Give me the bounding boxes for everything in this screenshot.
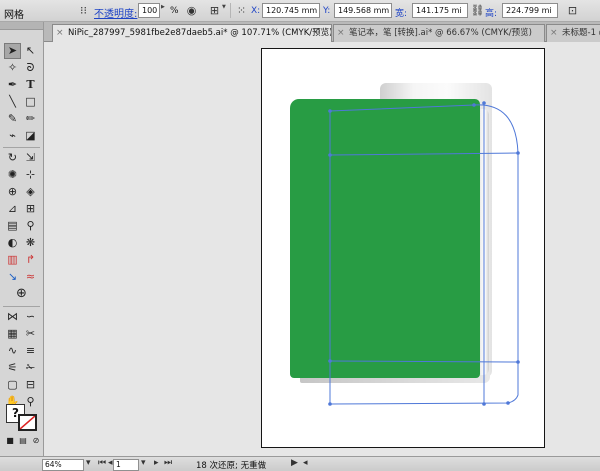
tools-panel-grip[interactable] bbox=[0, 22, 43, 30]
document-tab[interactable]: × 笔记本，笔 [转换].ai* @ 66.67% (CMYK/预览) bbox=[333, 24, 545, 42]
path-tool-icon[interactable]: ∿ bbox=[4, 343, 21, 359]
type-tool-icon[interactable]: T bbox=[22, 77, 39, 93]
blend-tool-icon[interactable]: ◐ bbox=[4, 235, 21, 251]
width-tool-icon[interactable]: ≈ bbox=[22, 269, 39, 285]
rectangle-tool-icon[interactable]: □ bbox=[22, 94, 39, 110]
selection-paths bbox=[328, 101, 520, 406]
tab-label: 笔记本，笔 [转换].ai* @ 66.67% (CMYK/预览) bbox=[349, 28, 532, 38]
separator bbox=[230, 3, 231, 18]
close-tab-icon[interactable]: × bbox=[337, 25, 345, 41]
tab-label: NiPic_287997_5981fbe2e87daeb5.ai* @ 107.… bbox=[68, 28, 332, 38]
rotate-tool-icon[interactable]: ↻ bbox=[4, 150, 21, 166]
artboard-number-field[interactable]: 1 bbox=[113, 459, 139, 471]
fill-stroke-swatch[interactable]: ? bbox=[6, 404, 38, 432]
opacity-label-link[interactable]: 不透明度: bbox=[94, 5, 137, 20]
color-mode-icon[interactable]: ■ bbox=[4, 435, 16, 447]
perspective-grid-tool-icon[interactable]: ⊿ bbox=[4, 201, 21, 217]
width-input[interactable]: 141.175 mi bbox=[412, 3, 468, 18]
direct-selection-tool-icon[interactable]: ↖ bbox=[22, 43, 39, 59]
measure-tool-icon[interactable]: ⚟ bbox=[4, 360, 21, 376]
eyedropper-tool-icon[interactable]: ⚲ bbox=[22, 218, 39, 234]
prev-artboard-icon[interactable]: ◂ bbox=[108, 458, 113, 468]
tab-label: 未标题-1 @ bbox=[562, 28, 600, 38]
opacity-unit: % bbox=[170, 6, 179, 16]
control-bar: 网格 ⁝⁝ 不透明度: 100 ▶ % ◉ ⊞ ▼ ⁙ X: 120.745 m… bbox=[0, 0, 600, 22]
align-dropdown-icon[interactable]: ▼ bbox=[222, 4, 228, 17]
artboard-crop-tool-icon[interactable]: ▢ bbox=[4, 377, 21, 393]
scissors-tool-icon[interactable]: ✁ bbox=[22, 360, 39, 376]
line-tool-icon[interactable]: ╲ bbox=[4, 94, 21, 110]
graph-tool-icon[interactable]: ▦ bbox=[4, 326, 21, 342]
close-tab-icon[interactable]: × bbox=[56, 25, 64, 41]
transform-options-icon[interactable]: ⊡ bbox=[565, 3, 580, 18]
width-label: 宽: bbox=[395, 9, 408, 19]
envelope-tool-icon[interactable]: ∽ bbox=[22, 309, 39, 325]
scale-tool-icon[interactable]: ⇲ bbox=[22, 150, 39, 166]
none-mode-icon[interactable]: ⊘ bbox=[30, 435, 42, 447]
document-tab-active[interactable]: × NiPic_287997_5981fbe2e87daeb5.ai* @ 10… bbox=[52, 24, 332, 42]
history-status-text: 18 次还原; 无重做 bbox=[196, 461, 267, 471]
free-transform-tool-icon[interactable]: ⊹ bbox=[22, 167, 39, 183]
pen-tool-icon[interactable]: ✒ bbox=[4, 77, 21, 93]
align-icon[interactable]: ⊞ bbox=[207, 3, 222, 18]
opacity-arrow-icon[interactable]: ▶ bbox=[161, 4, 167, 17]
document-tab-bar: × NiPic_287997_5981fbe2e87daeb5.ai* @ 10… bbox=[44, 22, 600, 42]
stroke-none-icon[interactable] bbox=[18, 414, 37, 431]
height-label: 高: bbox=[485, 9, 498, 19]
reference-point-icon[interactable]: ⁙ bbox=[234, 3, 249, 18]
artboard[interactable] bbox=[261, 48, 545, 448]
gradient-mode-icon[interactable]: ▤ bbox=[17, 435, 29, 447]
y-input[interactable]: 149.568 mm bbox=[334, 3, 392, 18]
tool-group-divider bbox=[3, 306, 40, 307]
knife-tool-icon[interactable]: ✂ bbox=[22, 326, 39, 342]
panel-label: 网格 bbox=[4, 10, 24, 21]
close-tab-icon[interactable]: × bbox=[550, 25, 558, 41]
canvas[interactable] bbox=[44, 42, 600, 456]
slice-tool-icon[interactable]: ↘ bbox=[4, 269, 21, 285]
gradient-tool-icon[interactable]: ▤ bbox=[4, 218, 21, 234]
blob-brush-tool-icon[interactable]: ⌁ bbox=[4, 128, 21, 144]
tool-group-divider bbox=[3, 147, 40, 148]
height-input[interactable]: 224.799 mi bbox=[502, 3, 558, 18]
last-artboard-icon[interactable]: ⏭ bbox=[164, 458, 172, 468]
eraser-tool-icon[interactable]: ◪ bbox=[22, 128, 39, 144]
x-label: X: bbox=[251, 6, 261, 16]
style-swatch-icon[interactable]: ◉ bbox=[184, 3, 199, 18]
live-paint-bucket-tool-icon[interactable]: ◈ bbox=[22, 184, 39, 200]
reflect-tool-icon[interactable]: ⋈ bbox=[4, 309, 21, 325]
column-graph-tool-icon[interactable]: ▥ bbox=[4, 252, 21, 268]
paintbrush-tool-icon[interactable]: ✎ bbox=[4, 111, 21, 127]
artboard-tool-icon[interactable]: ↱ bbox=[22, 252, 39, 268]
document-tab[interactable]: × 未标题-1 @ bbox=[546, 24, 600, 42]
lasso-tool-icon[interactable]: ᘐ bbox=[22, 60, 39, 76]
globe-tool-icon[interactable]: ⊕ bbox=[13, 286, 30, 302]
mesh-tool-icon[interactable]: ⊞ bbox=[22, 201, 39, 217]
constrain-proportions-icon[interactable]: ⛓ bbox=[470, 3, 485, 18]
zoom-level-field[interactable]: 64% bbox=[42, 459, 84, 471]
selection-tool-icon[interactable]: ➤ bbox=[4, 43, 21, 59]
status-bar: 64% ▾ ⏮ ◂ 1 ▾ ▸ ⏭ 18 次还原; 无重做 ▶ ◂ bbox=[0, 456, 600, 471]
artboard-dropdown-icon[interactable]: ▾ bbox=[141, 458, 146, 468]
y-label: Y: bbox=[323, 6, 331, 16]
first-artboard-icon[interactable]: ⏮ bbox=[98, 458, 106, 468]
grid-options-icon[interactable]: ⁝⁝ bbox=[76, 3, 91, 18]
tools-panel: ➤ ↖ ✧ ᘐ ✒ T ╲ □ ✎ ✏ ⌁ ◪ ↻ ⇲ ✺ ⊹ ⊕ ◈ ⊿ ⊞ … bbox=[0, 22, 44, 456]
magic-wand-tool-icon[interactable]: ✧ bbox=[4, 60, 21, 76]
next-artboard-icon[interactable]: ▸ bbox=[154, 458, 159, 468]
x-input[interactable]: 120.745 mm bbox=[262, 3, 320, 18]
pencil-tool-icon[interactable]: ✏ bbox=[22, 111, 39, 127]
symbol-sprayer-tool-icon[interactable]: ❋ bbox=[22, 235, 39, 251]
status-scroll-left-icon[interactable]: ◂ bbox=[303, 458, 308, 468]
align-tool-icon[interactable]: ≡ bbox=[22, 343, 39, 359]
shape-builder-tool-icon[interactable]: ⊕ bbox=[4, 184, 21, 200]
print-tiling-tool-icon[interactable]: ⊟ bbox=[22, 377, 39, 393]
zoom-dropdown-icon[interactable]: ▾ bbox=[86, 458, 91, 468]
opacity-input[interactable]: 100 bbox=[138, 3, 160, 18]
warp-tool-icon[interactable]: ✺ bbox=[4, 167, 21, 183]
status-menu-arrow-icon[interactable]: ▶ bbox=[291, 458, 298, 468]
